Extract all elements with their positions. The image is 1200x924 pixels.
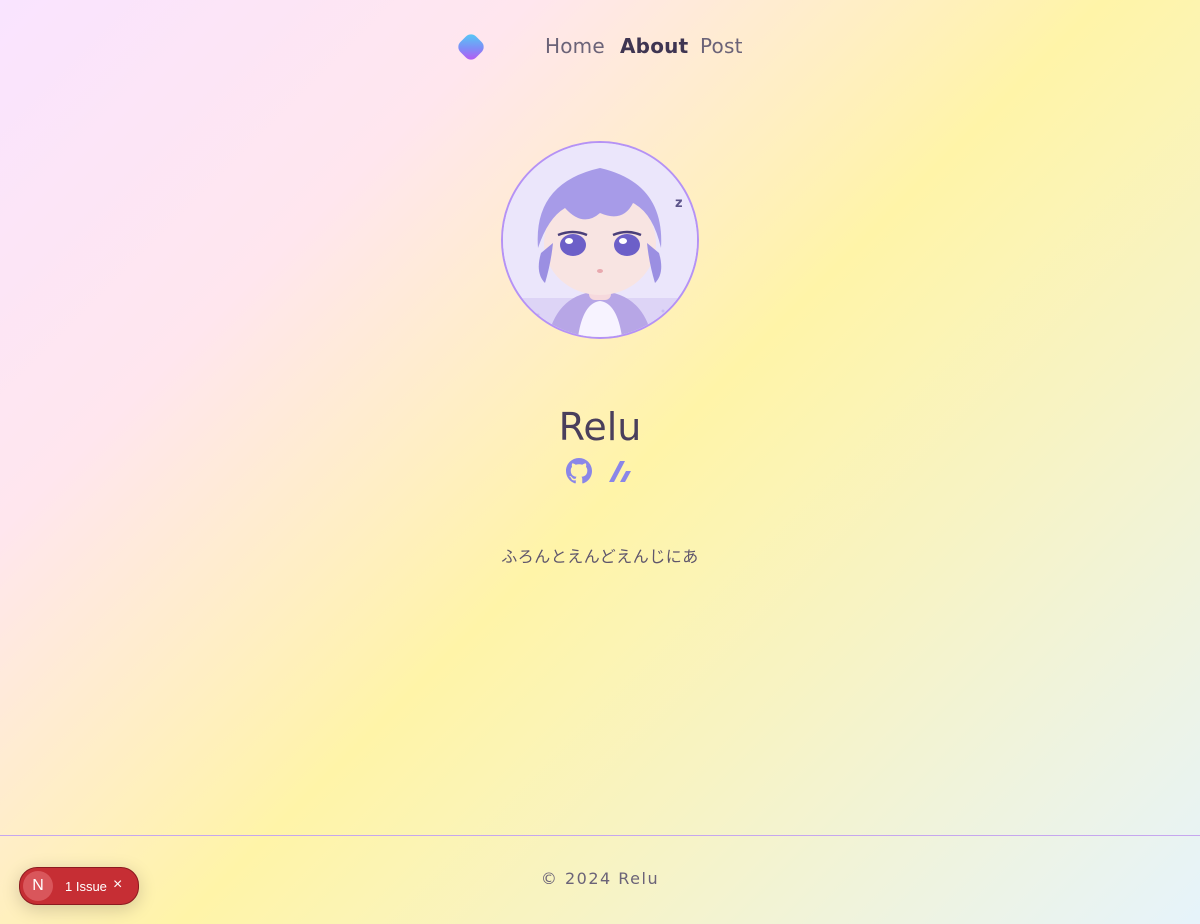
profile-tagline: ふろんとえんどえんじにあ — [501, 547, 699, 566]
profile-avatar: z — [501, 141, 699, 339]
social-links — [566, 458, 636, 486]
footer-copyright: © 2024 Relu — [540, 869, 660, 888]
gradient-diamond-logo[interactable] — [455, 31, 487, 63]
footer-divider — [0, 835, 1200, 836]
issue-count-label[interactable]: 1 Issue — [65, 879, 107, 894]
zenn-icon[interactable] — [607, 458, 633, 484]
nav-home-link[interactable]: Home — [545, 34, 605, 58]
dev-issues-indicator[interactable]: N 1 Issue × — [19, 867, 139, 905]
nav-about-link[interactable]: About — [620, 34, 688, 58]
profile-name: Relu — [558, 405, 642, 450]
nav-post-link[interactable]: Post — [700, 34, 743, 58]
nextjs-logo-icon[interactable]: N — [23, 871, 53, 901]
top-nav: Home About Post — [0, 0, 1200, 96]
svg-text:z: z — [675, 196, 683, 211]
anime-avatar-image: z — [503, 143, 697, 337]
close-icon[interactable]: × — [113, 876, 122, 894]
github-icon[interactable] — [566, 458, 592, 484]
